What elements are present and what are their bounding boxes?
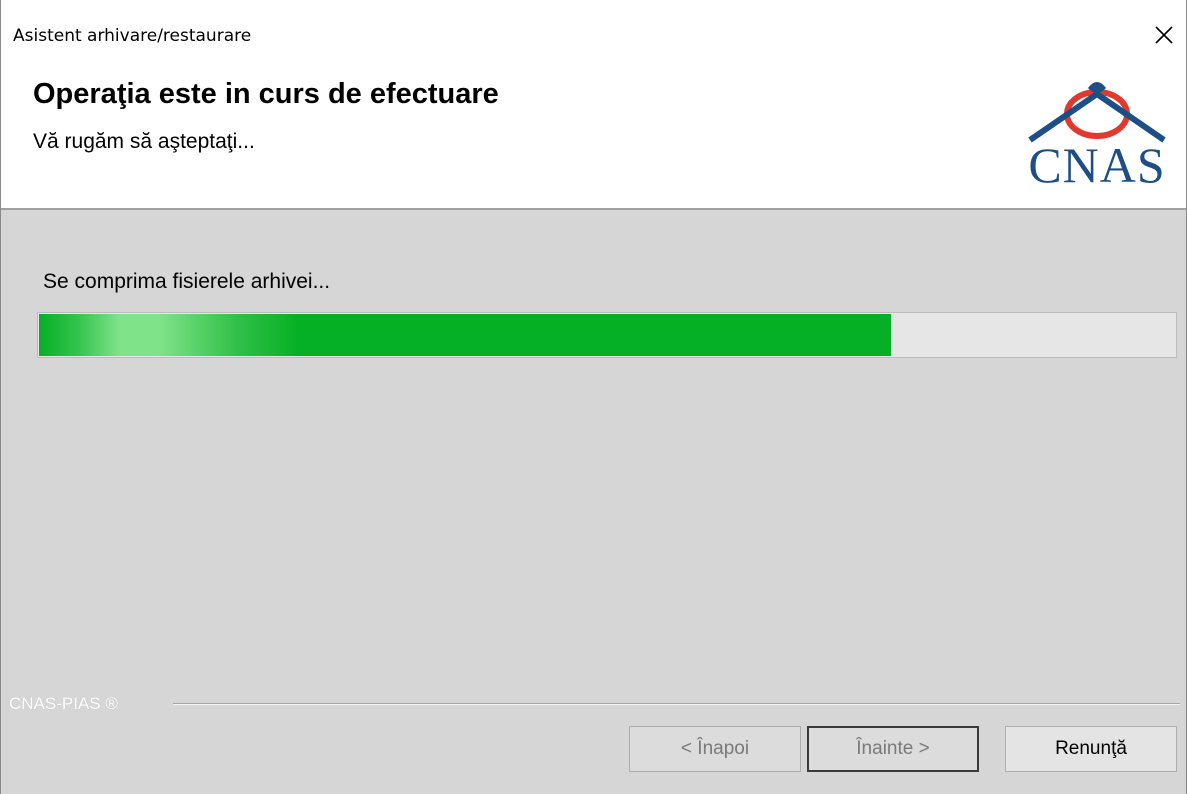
cnas-logo: CNAS [1022,74,1172,190]
next-button[interactable]: Înainte > [807,726,979,772]
page-subtitle: Vă rugăm să aşteptaţi... [33,130,255,153]
cancel-button[interactable]: Renunţă [1005,726,1177,772]
close-icon [1155,26,1173,44]
brand-label: CNAS-PIAS ® [9,694,118,713]
logo-emblem-icon [1028,82,1166,143]
wizard-window: Asistent arhivare/restaurare Operaţia es… [0,0,1187,794]
wizard-header: Operaţia este in curs de efectuare Vă ru… [1,60,1186,210]
close-button[interactable] [1142,14,1186,56]
page-title: Operaţia este in curs de efectuare [33,78,499,110]
progress-fill [39,314,891,356]
brand-separator: CNAS-PIAS ® [1,694,1186,714]
separator-line [173,703,1180,705]
title-bar: Asistent arhivare/restaurare [1,0,1186,60]
window-title: Asistent arhivare/restaurare [13,26,252,46]
progress-bar [37,312,1177,358]
back-button[interactable]: < Înapoi [629,726,801,772]
wizard-content: Se comprima fisierele arhivei... CNAS-PI… [1,210,1186,794]
logo-text: CNAS [1028,137,1166,193]
status-text: Se comprima fisierele arhivei... [43,270,331,293]
